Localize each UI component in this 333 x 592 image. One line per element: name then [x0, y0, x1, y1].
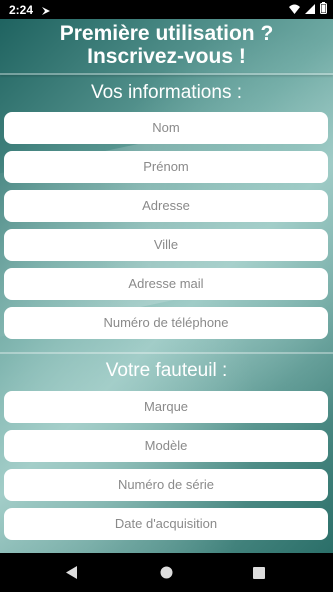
status-time: 2:24	[9, 2, 34, 17]
title-divider	[0, 73, 333, 75]
signal-icon	[305, 3, 315, 17]
city-field[interactable]: Ville	[4, 229, 328, 261]
model-field[interactable]: Modèle	[4, 430, 328, 462]
chair-heading: Votre fauteuil :	[105, 360, 228, 381]
acquisition-date-field[interactable]: Date d'acquisition	[4, 508, 328, 540]
wifi-icon	[289, 3, 300, 17]
recents-icon[interactable]	[253, 566, 265, 584]
navigation-bar	[0, 553, 333, 592]
phone-field[interactable]: Numéro de téléphone	[4, 307, 328, 339]
section-divider	[0, 352, 333, 354]
brand-field[interactable]: Marque	[4, 391, 328, 423]
last-name-field[interactable]: Nom	[4, 112, 328, 144]
first-name-field[interactable]: Prénom	[4, 151, 328, 183]
back-icon[interactable]	[66, 566, 78, 584]
home-icon[interactable]	[160, 566, 173, 584]
registration-screen: Première utilisation ? Inscrivez-vous ! …	[0, 19, 333, 553]
page-title-line2: Inscrivez-vous !	[87, 45, 246, 68]
battery-icon	[320, 2, 327, 17]
address-field[interactable]: Adresse	[4, 190, 328, 222]
personal-info-heading: Vos informations :	[90, 82, 243, 103]
status-bar: 2:24	[0, 0, 333, 19]
email-field[interactable]: Adresse mail	[4, 268, 328, 300]
notification-icon	[41, 5, 51, 15]
serial-number-field[interactable]: Numéro de série	[4, 469, 328, 501]
page-title: Première utilisation ? Inscrivez-vous !	[0, 19, 333, 73]
page-title-line1: Première utilisation ?	[59, 22, 274, 45]
